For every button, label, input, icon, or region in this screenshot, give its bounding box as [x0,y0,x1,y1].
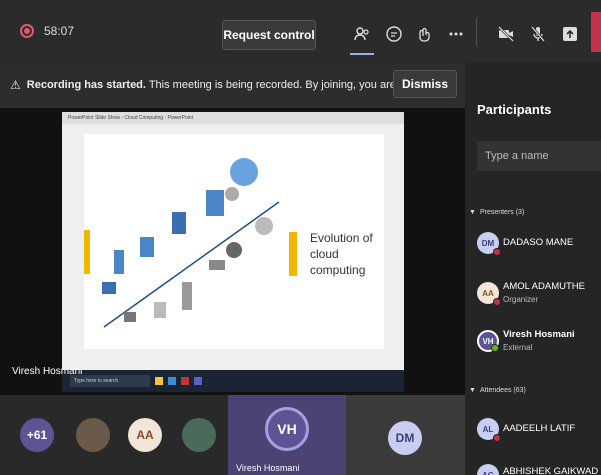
avatar: AG [477,464,499,475]
mic-off-icon[interactable] [526,22,550,46]
avatar-vh: VH [265,407,309,451]
recording-icon [20,24,34,38]
teams-icon [194,377,202,385]
share-icon[interactable] [558,22,582,46]
participant-row[interactable]: AG ABHISHEK GAIKWAD [477,460,601,475]
avatar: DM [477,232,501,256]
attendees-section-toggle[interactable]: ▼ Attendees (63) [469,384,530,394]
recording-banner: ⚠ Recording has started. This meeting is… [0,62,465,108]
video-gallery: +61 AA VH Viresh Hosmani DM [0,395,465,475]
presenters-section-toggle[interactable]: ▼ Presenters (3) [469,206,528,216]
status-badge [493,298,501,306]
shared-screen: PowerPoint Slide Show - Cloud Computing … [62,112,404,392]
avatar: AL [477,418,501,442]
avatar [76,418,110,452]
camera-off-icon[interactable] [494,22,518,46]
dismiss-button[interactable]: Dismiss [393,70,457,98]
avatar [182,418,216,452]
leave-button[interactable] [591,12,601,52]
status-badge [491,344,499,352]
meeting-control-bar: 58:07 Request control [0,0,601,62]
participant-row[interactable]: AA AMOL ADAMUTHE Organizer [477,278,601,308]
slide-title: Evolution of cloud computing [310,231,373,277]
slide-accent-left [84,230,90,274]
participants-panel: Participants Type a name ▼ Presenters (3)… [465,62,601,475]
active-speaker-tile[interactable]: VH Viresh Hosmani [228,395,346,475]
avatar: AA [477,282,501,306]
avatar-dm: DM [388,421,422,455]
more-icon[interactable] [444,22,468,46]
slide-accent-right [289,232,297,276]
participant-tile[interactable] [70,395,116,475]
toolbar-divider [476,18,477,46]
cloud-evolution-diagram [102,158,280,328]
presentation-slide: Evolution of cloud computing [84,134,384,349]
participant-tile-aa[interactable]: AA [122,395,168,475]
presenter-label: Viresh Hosmani [12,366,83,377]
warning-icon: ⚠ [10,78,21,92]
shared-screen-stage: PowerPoint Slide Show - Cloud Computing … [0,108,465,395]
status-badge [493,248,501,256]
recording-notice: Recording has started. This meeting is b… [26,79,397,91]
participant-row[interactable]: VH Viresh Hosmani External [477,326,601,356]
participant-row[interactable]: DM DADASO MANE [477,228,601,258]
status-badge [493,434,501,442]
chevron-down-icon: ▼ [469,387,476,394]
overflow-count: +61 [20,418,54,452]
panel-title: Participants [477,102,552,117]
participant-tile-dm[interactable]: DM [346,395,465,475]
chevron-down-icon: ▼ [469,209,476,216]
participants-icon[interactable] [350,22,374,55]
overflow-tile[interactable]: +61 [14,395,60,475]
participant-search-input[interactable]: Type a name [477,141,601,171]
meeting-timer: 58:07 [44,24,75,38]
reactions-icon[interactable] [412,22,436,46]
shared-window-title: PowerPoint Slide Show - Cloud Computing … [62,112,404,124]
powerpoint-icon [181,377,189,385]
participant-row[interactable]: AL AADEELH LATIF [477,414,601,444]
explorer-icon [155,377,163,385]
speaker-name: Viresh Hosmani [236,463,300,473]
avatar: VH [477,330,499,352]
windows-taskbar: Type here to search [62,370,404,392]
avatar-aa: AA [128,418,162,452]
participant-tile[interactable] [176,395,222,475]
browser-icon [168,377,176,385]
request-control-button[interactable]: Request control [222,20,316,50]
chat-icon[interactable] [382,22,406,46]
